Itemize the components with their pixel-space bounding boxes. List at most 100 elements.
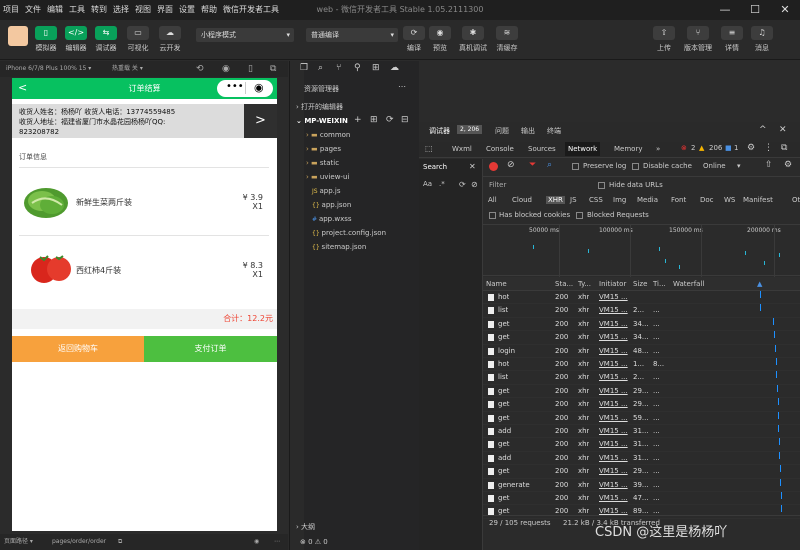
gear-icon[interactable]: ⚙ — [747, 143, 755, 153]
refresh-icon[interactable]: ⟳ — [386, 115, 394, 125]
explorer-item[interactable]: {} project.config.json — [312, 227, 386, 240]
more-icon[interactable]: ⋯ — [398, 82, 406, 91]
network-row[interactable]: get 200 xhr VM15 ... 31...... — [483, 438, 800, 452]
row-initiator[interactable]: VM15 ... — [599, 318, 628, 331]
upload-icon[interactable]: ⇧ — [765, 160, 773, 170]
network-row[interactable]: get 200 xhr VM15 ... 34...... — [483, 317, 800, 332]
tab-terminal[interactable]: 终端 — [547, 126, 561, 136]
row-initiator[interactable]: VM15 ... — [599, 331, 628, 344]
problems-status[interactable]: ⊗ 0 ⚠ 0 — [300, 536, 328, 549]
tab-sources[interactable]: Sources — [525, 142, 559, 156]
network-row[interactable]: get 200 xhr VM15 ... 29...... — [483, 384, 800, 399]
row-initiator[interactable]: VM15 ... — [599, 425, 628, 438]
close-icon[interactable]: ✕ — [469, 162, 476, 171]
col-type[interactable]: Ty... — [578, 277, 591, 291]
explorer-item[interactable]: › ▬ pages — [306, 143, 341, 156]
menu-view[interactable]: 视图 — [132, 0, 154, 20]
row-initiator[interactable]: VM15 ... — [599, 479, 628, 492]
type-filter-font[interactable]: Font — [671, 196, 686, 204]
col-time[interactable]: Ti... — [653, 277, 666, 291]
preserve-log-checkbox[interactable] — [572, 163, 579, 170]
new-folder-icon[interactable]: ⊞ — [370, 115, 378, 125]
match-case-icon[interactable]: Aa — [423, 180, 432, 188]
type-filter-doc[interactable]: Doc — [700, 196, 714, 204]
row-initiator[interactable]: VM15 ... — [599, 412, 628, 425]
hot-reload-select[interactable]: 热重载 关 ▾ — [112, 61, 143, 77]
type-filter-css[interactable]: CSS — [589, 196, 603, 204]
search-icon[interactable]: ⌕ — [547, 160, 552, 170]
menu-settings[interactable]: 设置 — [176, 0, 198, 20]
row-initiator[interactable]: VM15 ... — [599, 465, 628, 478]
explorer-item[interactable]: › ▬ common — [306, 129, 350, 142]
row-initiator[interactable]: VM15 ... — [599, 452, 628, 465]
filter-icon[interactable]: ⏷ — [529, 160, 536, 170]
row-initiator[interactable]: VM15 ... — [599, 358, 628, 371]
more-tabs-icon[interactable]: » — [653, 142, 663, 156]
disable-cache-checkbox[interactable] — [632, 163, 639, 170]
cloud-icon[interactable]: ☁ — [390, 63, 399, 73]
open-editors[interactable]: › 打开的编辑器 — [296, 101, 343, 114]
gear-icon[interactable]: ⚙ — [784, 160, 792, 170]
phone-icon[interactable]: ▯ — [248, 61, 253, 77]
menu-goto[interactable]: 转到 — [88, 0, 110, 20]
col-initiator[interactable]: Initiator — [599, 277, 626, 291]
mode-select[interactable]: 小程序模式 ▾ — [196, 28, 294, 42]
hide-data-urls-checkbox[interactable] — [598, 182, 605, 189]
type-filter-js[interactable]: JS — [570, 196, 577, 204]
type-filter-xhr[interactable]: XHR — [546, 196, 565, 204]
explorer-item[interactable]: › ▬ static — [306, 157, 339, 170]
close-icon[interactable]: ✕ — [770, 0, 800, 20]
blocked-requests-checkbox[interactable] — [576, 212, 583, 219]
menu-edit[interactable]: 编辑 — [44, 0, 66, 20]
menu-interface[interactable]: 界面 — [154, 0, 176, 20]
close-icon[interactable]: ✕ — [779, 125, 787, 135]
col-status[interactable]: Sta... — [555, 277, 573, 291]
col-waterfall[interactable]: Waterfall — [673, 277, 704, 291]
type-filter-manifest[interactable]: Manifest — [743, 196, 773, 204]
row-initiator[interactable]: VM15 ... — [599, 385, 628, 398]
extensions-icon[interactable]: ⊞ — [372, 63, 380, 73]
network-row[interactable]: login 200 xhr VM15 ... 48...... — [483, 344, 800, 358]
type-filter-img[interactable]: Img — [613, 196, 626, 204]
row-initiator[interactable]: VM15 ... — [599, 345, 628, 358]
clear-icon[interactable]: ⊘ — [471, 180, 478, 189]
row-initiator[interactable]: VM15 ... — [599, 492, 628, 505]
type-filter-media[interactable]: Media — [637, 196, 658, 204]
network-row[interactable]: add 200 xhr VM15 ... 31...... — [483, 451, 800, 466]
chevron-up-icon[interactable]: ^ — [759, 125, 767, 135]
messages-button[interactable]: ♫ 消息 — [748, 26, 776, 53]
network-row[interactable]: get 200 xhr VM15 ... 34...... — [483, 331, 800, 345]
minimize-icon[interactable]: — — [710, 0, 740, 20]
tab-debugger[interactable]: 调试器 — [429, 126, 450, 136]
maximize-icon[interactable]: ☐ — [740, 0, 770, 20]
network-row[interactable]: hot 200 xhr VM15 ... 1... 8... — [483, 358, 800, 372]
capsule-button[interactable]: ••• ◉ — [217, 80, 273, 97]
back-icon[interactable]: < — [18, 81, 27, 94]
tab-output[interactable]: 输出 — [521, 126, 535, 136]
network-row[interactable]: get 200 xhr VM15 ... 47...... — [483, 492, 800, 506]
goods-item[interactable]: 西红柿4斤装 ¥ 8.3 X1 — [12, 236, 277, 302]
tab-wxml[interactable]: Wxml — [449, 142, 475, 156]
row-initiator[interactable]: VM15 ... — [599, 291, 628, 304]
has-blocked-checkbox[interactable] — [489, 212, 496, 219]
explorer-item[interactable]: {} app.json — [312, 199, 351, 212]
git-icon[interactable]: ⑂ — [336, 63, 341, 73]
network-row[interactable]: get 200 xhr VM15 ... 59...... — [483, 411, 800, 425]
menu-select[interactable]: 选择 — [110, 0, 132, 20]
tab-network[interactable]: Network — [565, 142, 601, 156]
network-row[interactable]: add 200 xhr VM15 ... 31...... — [483, 425, 800, 439]
collapse-icon[interactable]: ⊟ — [401, 115, 409, 125]
row-initiator[interactable]: VM15 ... — [599, 304, 628, 317]
network-row[interactable]: get 200 xhr VM15 ... 29...... — [483, 398, 800, 412]
more-icon[interactable]: ••• — [226, 81, 244, 92]
address-arrow-button[interactable]: > — [244, 104, 277, 138]
device-select[interactable]: iPhone 6/7/8 Plus 100% 15 ▾ — [6, 61, 91, 77]
new-file-icon[interactable]: + — [354, 115, 362, 125]
more-icon[interactable]: ⋯ — [274, 534, 280, 550]
record-icon[interactable]: ◉ — [222, 61, 230, 77]
goods-item[interactable]: 新鲜生菜两斤装 ¥ 3.9 X1 — [12, 170, 277, 235]
tab-console[interactable]: Console — [483, 142, 517, 156]
filter-input[interactable]: Filter — [487, 181, 587, 192]
clear-cache-button[interactable]: ≋ 清缓存 — [493, 26, 521, 53]
debug-icon[interactable]: ⚲ — [354, 63, 361, 73]
